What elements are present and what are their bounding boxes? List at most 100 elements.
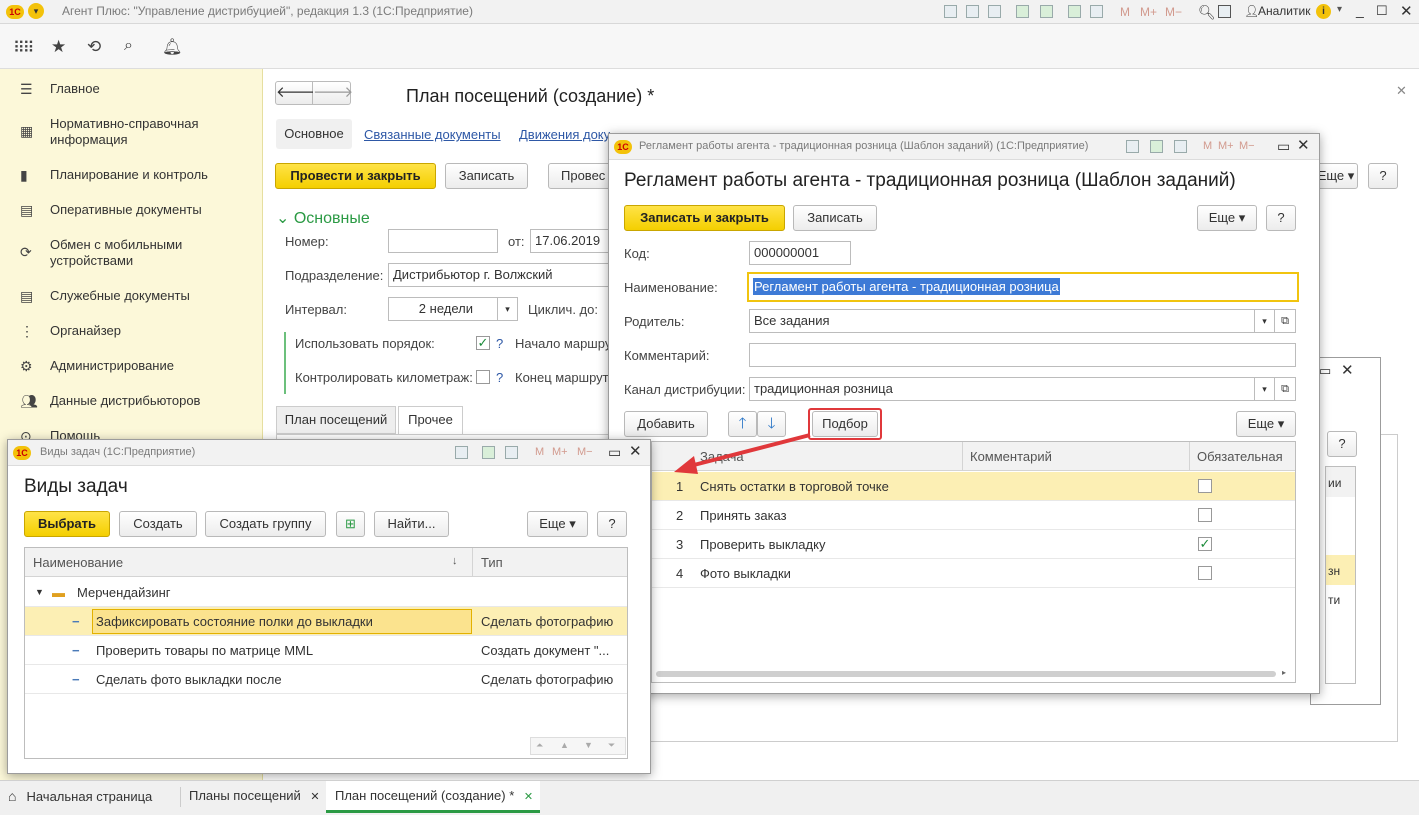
download-icon[interactable]: [1040, 5, 1053, 18]
table-row[interactable]: − Сделать фото выкладки после Сделать фо…: [25, 665, 627, 694]
memory-mplus-icon[interactable]: M+: [1218, 140, 1234, 152]
minimize-icon[interactable]: _: [1356, 2, 1364, 18]
search-icon[interactable]: ⌕: [124, 37, 133, 55]
scroll-top-icon[interactable]: ⏶: [536, 740, 543, 751]
close-icon[interactable]: ✕: [310, 791, 319, 803]
open-icon[interactable]: ⧉: [1275, 309, 1296, 333]
tab-visit-plans[interactable]: Планы посещений ✕: [189, 781, 324, 813]
close-icon[interactable]: ✕: [524, 791, 533, 803]
panels-icon[interactable]: [1218, 5, 1231, 18]
close-icon[interactable]: ✕: [1396, 83, 1407, 99]
more-button[interactable]: Еще ▾: [1236, 411, 1296, 437]
chevron-down-icon[interactable]: ▾: [1337, 4, 1342, 15]
sort-arrow-icon[interactable]: ↓: [452, 555, 458, 567]
required-checkbox[interactable]: [1198, 508, 1212, 522]
column-header-type[interactable]: Тип: [481, 555, 503, 570]
history-icon[interactable]: ⟲: [87, 37, 101, 57]
channel-field[interactable]: традиционная розница: [749, 377, 1255, 401]
close-icon[interactable]: ✕: [1400, 2, 1413, 20]
required-checkbox[interactable]: ✓: [1198, 537, 1212, 551]
use-order-checkbox[interactable]: ✓: [476, 336, 490, 350]
calendar-icon[interactable]: [1174, 140, 1187, 153]
calendar-icon[interactable]: [1090, 5, 1103, 18]
help-icon[interactable]: ?: [496, 370, 503, 385]
memory-m-icon[interactable]: M: [1203, 140, 1212, 152]
memory-mminus-icon[interactable]: M−: [1239, 140, 1255, 152]
chevron-down-icon[interactable]: ▼: [35, 587, 44, 597]
parent-field[interactable]: Все задания: [749, 309, 1255, 333]
copy-icon[interactable]: ⊞: [336, 511, 365, 537]
column-header-comment[interactable]: Комментарий: [970, 449, 1052, 464]
date-field[interactable]: 17.06.2019: [530, 229, 616, 253]
column-header-name[interactable]: Наименование: [33, 555, 123, 570]
save-icon[interactable]: [944, 5, 957, 18]
memory-mplus-icon[interactable]: M+: [1140, 5, 1157, 19]
create-button[interactable]: Создать: [119, 511, 197, 537]
table-row[interactable]: − Зафиксировать состояние полки до выкла…: [25, 607, 627, 636]
more-button[interactable]: Еще ▾: [1197, 205, 1257, 231]
chevron-down-icon[interactable]: ▾: [498, 297, 518, 321]
scroll-down-icon[interactable]: ▼: [584, 740, 593, 750]
chevron-down-icon[interactable]: ▾: [1255, 309, 1275, 333]
forward-arrow-icon[interactable]: 🡒: [313, 81, 353, 105]
user-name[interactable]: Аналитик: [1258, 4, 1310, 18]
open-icon[interactable]: ⧉: [1275, 377, 1296, 401]
memory-m-icon[interactable]: M: [1120, 5, 1130, 19]
scroll-bottom-icon[interactable]: ⏷: [608, 740, 615, 751]
help-icon[interactable]: ?: [496, 336, 503, 351]
calculator-icon[interactable]: [1150, 140, 1163, 153]
memory-mminus-icon[interactable]: M−: [1165, 5, 1182, 19]
scroll-up-icon[interactable]: ▲: [560, 740, 569, 750]
select-button[interactable]: Выбрать: [24, 511, 110, 537]
table-row[interactable]: 3 Проверить выкладку ✓: [652, 530, 1295, 559]
horizontal-scrollbar[interactable]: [656, 671, 1276, 677]
save-button[interactable]: Записать: [445, 163, 528, 189]
comment-field[interactable]: [749, 343, 1296, 367]
find-button[interactable]: Найти...: [374, 511, 449, 537]
upload-icon[interactable]: [1016, 5, 1029, 18]
main-menu-icon[interactable]: ▾: [28, 3, 44, 19]
name-field[interactable]: Регламент работы агента - традиционная р…: [747, 272, 1299, 302]
chevron-down-icon[interactable]: ▾: [1255, 377, 1275, 401]
more-button[interactable]: Еще ▾: [1314, 163, 1358, 189]
table-row[interactable]: − Проверить товары по матрице MML Создат…: [25, 636, 627, 665]
interval-field[interactable]: 2 недели: [388, 297, 498, 321]
tab-related-docs[interactable]: Связанные документы: [364, 127, 501, 142]
info-icon[interactable]: i: [1316, 4, 1331, 19]
help-button[interactable]: ?: [1266, 205, 1296, 231]
minimize-icon[interactable]: ▭: [608, 444, 621, 461]
column-header-required[interactable]: Обязательная: [1197, 449, 1283, 464]
tab-visit-plan-create[interactable]: План посещений (создание) * ✕: [326, 781, 540, 813]
print-icon[interactable]: [966, 5, 979, 18]
division-field[interactable]: Дистрибьютор г. Волжский: [388, 263, 616, 287]
bell-icon[interactable]: 🔔︎: [162, 37, 182, 57]
group-row[interactable]: ▼ ▬ Мерчендайзинг: [25, 578, 627, 607]
calculator-icon[interactable]: [1068, 5, 1081, 18]
post-close-button[interactable]: Провести и закрыть: [275, 163, 436, 189]
required-checkbox[interactable]: [1198, 479, 1212, 493]
apps-grid-icon[interactable]: ⠿⠿: [13, 38, 34, 58]
print-icon[interactable]: [1126, 140, 1139, 153]
table-row[interactable]: 4 Фото выкладки: [652, 559, 1295, 588]
print-icon[interactable]: [455, 446, 468, 459]
memory-m-icon[interactable]: M: [535, 446, 544, 458]
minimize-icon[interactable]: ▭: [1277, 138, 1290, 155]
control-km-checkbox[interactable]: [476, 370, 490, 384]
subtab-plan[interactable]: План посещений: [276, 406, 396, 434]
more-button[interactable]: Еще ▾: [527, 511, 588, 537]
number-field[interactable]: [388, 229, 498, 253]
tab-main[interactable]: Основное: [276, 119, 352, 149]
close-icon[interactable]: ✕: [1341, 361, 1354, 379]
code-field[interactable]: 000000001: [749, 241, 851, 265]
section-header[interactable]: ⌄ Основные: [276, 208, 370, 228]
save-button[interactable]: Записать: [793, 205, 877, 231]
memory-mminus-icon[interactable]: M−: [577, 446, 593, 458]
close-icon[interactable]: ✕: [1297, 136, 1310, 154]
help-button[interactable]: ?: [597, 511, 627, 537]
back-arrow-icon[interactable]: 🡐: [275, 81, 316, 105]
maximize-icon[interactable]: ☐: [1376, 3, 1388, 19]
scroll-right-icon[interactable]: ▸: [1282, 668, 1286, 677]
create-group-button[interactable]: Создать группу: [205, 511, 326, 537]
zoom-icon[interactable]: 🔍︎: [1198, 4, 1216, 21]
pick-button[interactable]: Подбор: [812, 411, 878, 437]
